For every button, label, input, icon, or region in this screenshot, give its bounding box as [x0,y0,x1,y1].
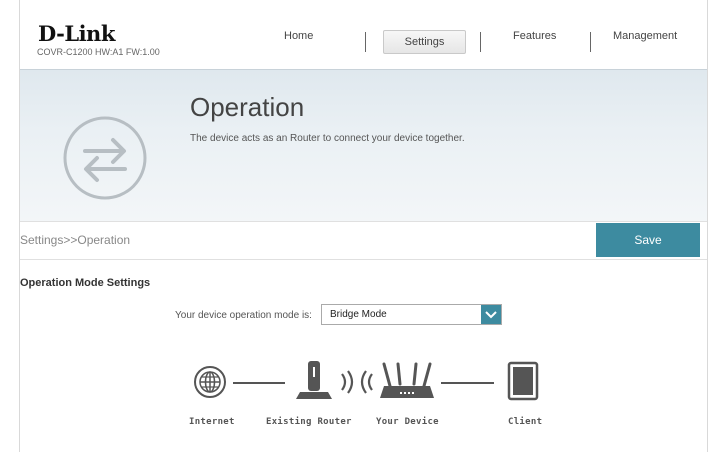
swap-arrows-icon [61,114,149,207]
topology-label-client: Client [508,417,543,427]
page-description: The device acts as an Router to connect … [190,133,465,144]
nav-settings[interactable]: Settings [383,30,466,54]
nav-separator [590,32,591,52]
nav-separator [365,32,366,52]
dlink-logo: D-Link [38,21,115,46]
topology-label-existing-router: Existing Router [266,417,352,427]
wifi-router-icon [378,360,436,407]
page-frame: D-Link COVR-C1200 HW:A1 FW:1.00 Home Set… [19,0,708,452]
globe-icon [192,364,228,405]
topology-label-internet: Internet [189,417,235,427]
nav-features[interactable]: Features [513,30,556,42]
save-button[interactable]: Save [596,223,700,257]
section-title: Operation Mode Settings [20,277,151,289]
topology-label-your-device: Your Device [376,417,439,427]
router-antenna-icon [294,359,334,406]
operation-mode-value: Bridge Mode [330,309,387,320]
connection-line [233,382,285,384]
top-header: D-Link COVR-C1200 HW:A1 FW:1.00 Home Set… [20,0,707,68]
page-banner: Operation The device acts as an Router t… [20,69,707,222]
nav-separator [480,32,481,52]
nav-management[interactable]: Management [613,30,677,42]
operation-mode-select[interactable]: Bridge Mode [321,304,502,325]
chevron-down-icon[interactable] [481,305,501,324]
page-title: Operation [190,92,305,122]
tablet-icon [507,361,539,406]
breadcrumb-bar: Settings>>Operation Save [20,221,707,260]
breadcrumb: Settings>>Operation [20,233,131,247]
nav-home[interactable]: Home [284,30,313,42]
wireless-waves-icon [338,369,376,400]
operation-mode-label: Your device operation mode is: [175,310,312,321]
connection-line [441,382,494,384]
model-info: COVR-C1200 HW:A1 FW:1.00 [37,47,160,57]
